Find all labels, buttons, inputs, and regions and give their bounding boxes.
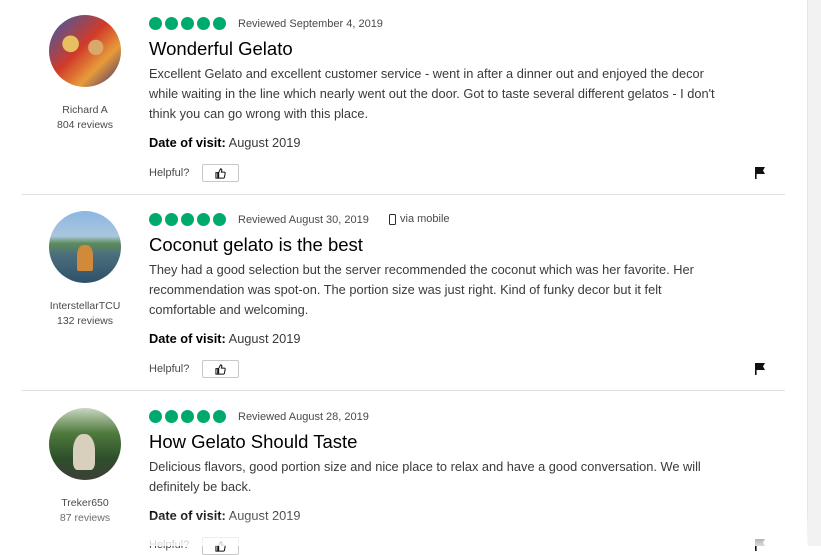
helpful-label: Helpful?: [149, 167, 190, 179]
rating-bubble-icon: [181, 410, 194, 423]
avatar[interactable]: [49, 211, 121, 283]
avatar[interactable]: [49, 15, 121, 87]
review-date: Reviewed August 30, 2019: [238, 214, 369, 226]
review-date: Reviewed September 4, 2019: [238, 18, 383, 30]
scrollbar-track[interactable]: [807, 0, 821, 546]
avatar[interactable]: [49, 408, 121, 480]
helpful-button[interactable]: [202, 360, 239, 378]
visit-value: August 2019: [228, 331, 301, 346]
helpful-button[interactable]: [202, 537, 239, 555]
rating-bubble-icon: [197, 213, 210, 226]
rating-bubble-icon: [181, 213, 194, 226]
review-title[interactable]: Coconut gelato is the best: [149, 234, 363, 256]
via-mobile-label: via mobile: [400, 213, 450, 225]
rating-bubble-icon: [149, 213, 162, 226]
rating-bubble-icon: [197, 17, 210, 30]
helpful-button[interactable]: [202, 164, 239, 182]
review-date: Reviewed August 28, 2019: [238, 411, 369, 423]
review-title[interactable]: Wonderful Gelato: [149, 38, 293, 60]
reviewer-name[interactable]: Treker650: [30, 497, 140, 509]
visit-value: August 2019: [228, 135, 301, 150]
rating-bubbles: [149, 410, 226, 423]
rating-bubbles: [149, 17, 226, 30]
visit-value: August 2019: [228, 508, 301, 523]
reviewer-review-count: 87 reviews: [59, 512, 111, 524]
helpful-label: Helpful?: [149, 539, 190, 551]
review-divider: [22, 194, 785, 195]
date-of-visit: Date of visit: August 2019: [149, 331, 301, 346]
rating-bubble-icon: [213, 213, 226, 226]
rating-bubble-icon: [181, 17, 194, 30]
visit-label: Date of visit:: [149, 331, 226, 346]
reviewer-name[interactable]: Richard A: [30, 104, 140, 116]
rating-bubble-icon: [149, 410, 162, 423]
review-text: They had a good selection but the server…: [149, 262, 694, 317]
review-card: Treker650 87 reviews Reviewed August 28,…: [0, 393, 808, 555]
review-card: Richard A 804 reviews Reviewed September…: [0, 0, 808, 194]
flag-icon[interactable]: [754, 539, 766, 551]
rating-bubble-icon: [213, 17, 226, 30]
rating-bubbles: [149, 213, 226, 226]
flag-icon[interactable]: [754, 363, 766, 375]
thumbs-up-icon: [215, 540, 226, 552]
review-title[interactable]: How Gelato Should Taste: [149, 431, 357, 453]
visit-label: Date of visit:: [149, 508, 226, 523]
date-of-visit: Date of visit: August 2019: [149, 508, 301, 523]
mobile-phone-icon: [389, 213, 396, 225]
rating-bubble-icon: [165, 410, 178, 423]
rating-bubble-icon: [165, 17, 178, 30]
thumbs-up-icon: [215, 167, 226, 179]
reviewer-review-count: 132 reviews: [56, 315, 114, 327]
review-card: InterstellarTCU 132 reviews Reviewed Aug…: [0, 196, 808, 390]
helpful-label: Helpful?: [149, 363, 190, 375]
review-text: Delicious flavors, good portion size and…: [149, 459, 701, 494]
rating-bubble-icon: [149, 17, 162, 30]
reviewer-name[interactable]: InterstellarTCU: [30, 300, 140, 312]
rating-bubble-icon: [197, 410, 210, 423]
date-of-visit: Date of visit: August 2019: [149, 135, 301, 150]
rating-bubble-icon: [165, 213, 178, 226]
rating-bubble-icon: [213, 410, 226, 423]
reviewer-review-count: 804 reviews: [56, 119, 114, 131]
visit-label: Date of visit:: [149, 135, 226, 150]
review-divider: [22, 390, 785, 391]
thumbs-up-icon: [215, 363, 226, 375]
via-mobile: via mobile: [389, 213, 450, 225]
review-text: Excellent Gelato and excellent customer …: [149, 66, 715, 121]
flag-icon[interactable]: [754, 167, 766, 179]
